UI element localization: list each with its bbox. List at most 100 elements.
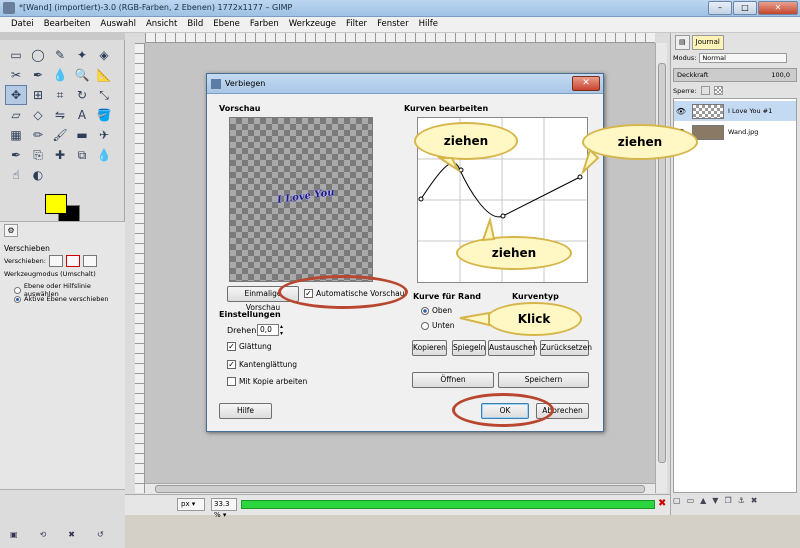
- zoom-tool-icon[interactable]: 🔍: [71, 65, 93, 85]
- curve-point[interactable]: [577, 174, 583, 180]
- raise-layer-icon[interactable]: ▲: [700, 496, 706, 505]
- lock-pixels-icon[interactable]: [700, 86, 710, 95]
- opacity-value[interactable]: 100,0: [771, 69, 790, 81]
- smudge-tool-icon[interactable]: ☝: [5, 165, 27, 185]
- clone-tool-icon[interactable]: ⎘: [27, 145, 49, 165]
- new-group-icon[interactable]: ▭: [687, 496, 695, 505]
- minimize-button[interactable]: –: [708, 1, 732, 15]
- glaettung-checkbox[interactable]: ✓ Glättung: [227, 342, 272, 351]
- menu-werkzeuge[interactable]: Werkzeuge: [284, 17, 341, 32]
- spiegeln-button[interactable]: Spiegeln: [452, 340, 486, 356]
- vertical-scroll-thumb[interactable]: [658, 63, 666, 463]
- menu-farben[interactable]: Farben: [245, 17, 284, 32]
- lock-alpha-icon[interactable]: [713, 86, 723, 95]
- radio-pick-layer-dot[interactable]: [14, 286, 21, 294]
- bucket-fill-tool-icon[interactable]: 🪣: [93, 105, 115, 125]
- rotate-tool-icon[interactable]: ↻: [71, 85, 93, 105]
- text-tool-icon[interactable]: A: [71, 105, 93, 125]
- drehen-spinner[interactable]: 0,0: [257, 324, 279, 336]
- shear-tool-icon[interactable]: ▱: [5, 105, 27, 125]
- blur-tool-icon[interactable]: 💧: [93, 145, 115, 165]
- menu-bearbeiten[interactable]: Bearbeiten: [39, 17, 96, 32]
- perspective-clone-tool-icon[interactable]: ⧉: [71, 145, 93, 165]
- modus-select[interactable]: Normal: [699, 53, 788, 63]
- eraser-tool-icon[interactable]: ▬: [71, 125, 93, 145]
- menu-auswahl[interactable]: Auswahl: [95, 17, 141, 32]
- kopieren-button[interactable]: Kopieren: [412, 340, 447, 356]
- radio-active-layer[interactable]: Aktive Ebene verschieben: [14, 295, 109, 303]
- heal-tool-icon[interactable]: ✚: [49, 145, 71, 165]
- radio-oben[interactable]: Oben: [421, 306, 452, 315]
- move-tool-icon[interactable]: ✥: [5, 85, 27, 105]
- paths-tool-icon[interactable]: ✒: [27, 65, 49, 85]
- opacity-slider[interactable]: Deckkraft 100,0: [673, 68, 797, 82]
- menu-hilfe[interactable]: Hilfe: [414, 17, 443, 32]
- anchor-layer-icon[interactable]: ⚓: [738, 496, 745, 505]
- horizontal-scrollbar[interactable]: [145, 483, 655, 494]
- move-selection-mode-icon[interactable]: [65, 255, 80, 267]
- radio-unten[interactable]: Unten: [421, 321, 455, 330]
- dialog-close-button[interactable]: ✕: [572, 76, 600, 91]
- radio-oben-dot[interactable]: [421, 306, 429, 315]
- zuruecksetzen-button[interactable]: Zurücksetzen: [540, 340, 592, 356]
- curve-point[interactable]: [418, 196, 424, 202]
- radio-unten-dot[interactable]: [421, 321, 429, 330]
- dodge-burn-tool-icon[interactable]: ◐: [27, 165, 49, 185]
- foreground-color-swatch[interactable]: [45, 194, 67, 214]
- flip-tool-icon[interactable]: ⇋: [49, 105, 71, 125]
- cancel-progress-icon[interactable]: ✖: [658, 498, 668, 510]
- mit-kopie-checkbox[interactable]: Mit Kopie arbeiten: [227, 377, 307, 386]
- curve-point[interactable]: [458, 167, 464, 173]
- color-picker-tool-icon[interactable]: 💧: [49, 65, 71, 85]
- eye-icon[interactable]: 👁: [674, 107, 688, 116]
- blend-tool-icon[interactable]: ▦: [5, 125, 27, 145]
- pencil-tool-icon[interactable]: ✏: [27, 125, 49, 145]
- layers-tab-icon[interactable]: ▤: [675, 35, 690, 50]
- paintbrush-tool-icon[interactable]: 🖌: [49, 125, 71, 145]
- airbrush-tool-icon[interactable]: ✈: [93, 125, 115, 145]
- glaettung-check-icon[interactable]: ✓: [227, 342, 236, 351]
- horizontal-scroll-thumb[interactable]: [155, 485, 645, 493]
- scale-tool-icon[interactable]: ⤡: [93, 85, 115, 105]
- austauschen-button[interactable]: Austauschen: [488, 340, 537, 356]
- menu-fenster[interactable]: Fenster: [372, 17, 414, 32]
- layer-row-ilove[interactable]: 👁 I Love You #1: [674, 101, 796, 121]
- menu-ebene[interactable]: Ebene: [208, 17, 245, 32]
- rect-select-tool-icon[interactable]: ▭: [5, 45, 27, 65]
- menu-ansicht[interactable]: Ansicht: [141, 17, 182, 32]
- ellipse-select-tool-icon[interactable]: ◯: [27, 45, 49, 65]
- kantenglaettung-checkbox[interactable]: ✓ Kantenglättung: [227, 360, 297, 369]
- maximize-button[interactable]: □: [733, 1, 757, 15]
- hilfe-button[interactable]: Hilfe: [219, 403, 272, 419]
- mit-kopie-check-icon[interactable]: [227, 377, 236, 386]
- move-layer-mode-icon[interactable]: [48, 255, 63, 267]
- ink-tool-icon[interactable]: ✒: [5, 145, 27, 165]
- menu-filter[interactable]: Filter: [341, 17, 372, 32]
- lower-layer-icon[interactable]: ▼: [712, 496, 718, 505]
- curve-point[interactable]: [500, 213, 506, 219]
- new-layer-icon[interactable]: ▢: [673, 496, 681, 505]
- unit-select[interactable]: px ▾: [177, 498, 205, 511]
- duplicate-layer-icon[interactable]: ❐: [724, 496, 731, 505]
- delete-options-icon[interactable]: ✖: [68, 530, 75, 539]
- kantenglaettung-check-icon[interactable]: ✓: [227, 360, 236, 369]
- radio-active-layer-dot[interactable]: [14, 295, 21, 303]
- scissors-tool-icon[interactable]: ✂: [5, 65, 27, 85]
- close-button[interactable]: ✕: [758, 1, 798, 15]
- delete-layer-icon[interactable]: ✖: [751, 496, 758, 505]
- crop-tool-icon[interactable]: ⌗: [49, 85, 71, 105]
- spinner-arrows-icon[interactable]: ▴ ▾: [280, 323, 283, 337]
- fuzzy-select-tool-icon[interactable]: ✦: [71, 45, 93, 65]
- align-tool-icon[interactable]: ⊞: [27, 85, 49, 105]
- tab-journal[interactable]: Journal: [691, 35, 724, 50]
- tool-options-tab-icon[interactable]: ⚙: [4, 224, 18, 237]
- oeffnen-button[interactable]: Öffnen: [412, 372, 494, 388]
- reset-options-icon[interactable]: ↺: [97, 530, 104, 539]
- speichern-button[interactable]: Speichern: [498, 372, 589, 388]
- zoom-select[interactable]: 33.3 % ▾: [211, 498, 237, 519]
- measure-tool-icon[interactable]: 📐: [93, 65, 115, 85]
- save-options-icon[interactable]: ▣: [10, 530, 18, 539]
- move-path-mode-icon[interactable]: [82, 255, 97, 267]
- menu-bild[interactable]: Bild: [182, 17, 208, 32]
- vertical-scrollbar[interactable]: [655, 43, 667, 493]
